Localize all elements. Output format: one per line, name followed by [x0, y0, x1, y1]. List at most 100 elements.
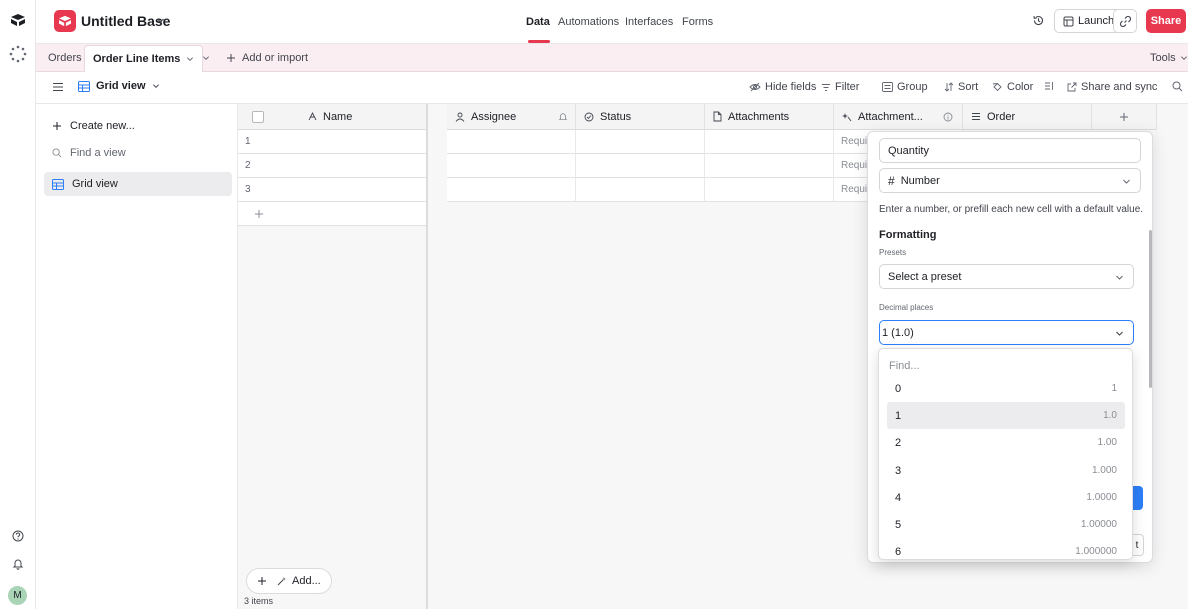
- sidebar-item-label: Grid view: [72, 178, 118, 190]
- view-switcher[interactable]: Grid view: [78, 80, 160, 92]
- field-name-input[interactable]: Quantity: [879, 138, 1141, 163]
- view-toolbar: Grid view Hide fields Filter Group Sort …: [36, 72, 1188, 104]
- add-record-pill[interactable]: Add...: [246, 568, 332, 594]
- group-label: Group: [897, 81, 928, 93]
- decimal-option-2[interactable]: 2 1.00: [887, 429, 1125, 456]
- all-tables-chevron-icon[interactable]: [202, 44, 210, 72]
- status-cell[interactable]: [576, 178, 705, 202]
- column-label: Attachments: [728, 110, 790, 123]
- column-label: Name: [323, 110, 353, 123]
- assignee-cell[interactable]: [447, 178, 576, 202]
- row-number[interactable]: 3: [238, 178, 427, 202]
- tab-label: Order Line Items: [93, 53, 181, 65]
- column-header-attachments[interactable]: Attachments: [705, 104, 834, 130]
- column-label: Assignee: [471, 110, 517, 123]
- dropdown-search-input[interactable]: [887, 355, 1126, 377]
- decimal-option-6[interactable]: 6 1.000000: [887, 538, 1125, 559]
- column-header-name[interactable]: Name: [238, 104, 427, 130]
- tools-label: Tools: [1150, 52, 1176, 64]
- column-label: Order: [987, 110, 1016, 123]
- decimal-places-dropdown: 0 1 1 1.0 2 1.00 3 1.000 4 1.0000 5 1.00…: [878, 348, 1133, 560]
- column-header-attachment-summary[interactable]: Attachment...: [834, 104, 963, 130]
- status-cell[interactable]: [576, 154, 705, 178]
- status-icon: [584, 112, 594, 122]
- sidebar-item-grid-view[interactable]: Grid view: [44, 172, 232, 196]
- help-icon[interactable]: [6, 524, 30, 548]
- select-all-checkbox[interactable]: [252, 110, 264, 123]
- find-view-placeholder: Find a view: [70, 147, 126, 159]
- nav-forms[interactable]: Forms: [682, 16, 713, 28]
- eye-off-icon: [749, 82, 761, 92]
- attachments-cell[interactable]: [705, 130, 834, 154]
- copy-link-button[interactable]: [1113, 9, 1137, 33]
- filter-button[interactable]: Filter: [821, 81, 859, 93]
- avatar[interactable]: M: [8, 586, 27, 605]
- preset-select[interactable]: Select a preset: [879, 264, 1134, 289]
- add-field-button[interactable]: [1092, 104, 1157, 130]
- decimal-option-0[interactable]: 0 1: [887, 375, 1125, 402]
- decimal-option-5[interactable]: 5 1.00000: [887, 511, 1125, 538]
- attachments-cell[interactable]: [705, 154, 834, 178]
- bell-icon[interactable]: [6, 552, 30, 576]
- add-or-import-button[interactable]: Add or import: [226, 44, 308, 72]
- chevron-down-icon[interactable]: [156, 16, 165, 25]
- chevron-down-icon: [1180, 54, 1188, 62]
- option-label: 0: [895, 382, 902, 395]
- decimal-places-select[interactable]: 1 (1.0): [879, 320, 1134, 345]
- row-height-icon[interactable]: [1044, 81, 1054, 91]
- sort-button[interactable]: Sort: [944, 81, 978, 93]
- add-label: Add...: [292, 575, 321, 587]
- save-button[interactable]: [1132, 486, 1143, 510]
- row-number[interactable]: 1: [238, 130, 427, 154]
- decimal-option-4[interactable]: 4 1.0000: [887, 484, 1125, 511]
- views-sidebar: Create new... Find a view Grid view: [36, 104, 238, 609]
- add-record-row[interactable]: [238, 202, 427, 226]
- history-icon[interactable]: [1032, 14, 1045, 27]
- column-header-order[interactable]: Order: [963, 104, 1092, 130]
- add-with-ai-button[interactable]: Add...: [277, 575, 321, 587]
- panel-scrollbar[interactable]: [1149, 230, 1152, 388]
- nav-automations[interactable]: Automations: [558, 16, 619, 28]
- find-view-input[interactable]: Find a view: [44, 141, 232, 165]
- decimal-option-3[interactable]: 3 1.000: [887, 457, 1125, 484]
- nav-interfaces[interactable]: Interfaces: [625, 16, 673, 28]
- info-icon: [943, 112, 953, 122]
- decimal-places-value: 1 (1.0): [882, 326, 914, 339]
- decimal-option-1[interactable]: 1 1.0: [887, 402, 1125, 429]
- attachments-cell[interactable]: [705, 178, 834, 202]
- chevron-down-icon[interactable]: [186, 55, 194, 63]
- row-number[interactable]: 2: [238, 154, 427, 178]
- link-icon: [1119, 15, 1131, 27]
- hide-fields-button[interactable]: Hide fields: [749, 81, 816, 93]
- airtable-logo-icon[interactable]: [6, 8, 30, 32]
- user-icon: [455, 112, 465, 122]
- assignee-cell[interactable]: [447, 154, 576, 178]
- option-example: 1.00: [1097, 437, 1117, 448]
- status-cell[interactable]: [576, 130, 705, 154]
- column-header-status[interactable]: Status: [576, 104, 705, 130]
- tools-menu[interactable]: Tools: [1150, 44, 1188, 72]
- create-new-view-button[interactable]: Create new...: [44, 114, 232, 138]
- option-label: 4: [895, 491, 902, 504]
- plus-icon: [226, 53, 236, 63]
- share-and-sync-button[interactable]: Share and sync: [1067, 81, 1157, 93]
- plus-icon[interactable]: [257, 576, 267, 586]
- tab-order-line-items[interactable]: Order Line Items: [84, 45, 204, 72]
- color-button[interactable]: Color: [992, 81, 1033, 93]
- app-rail: M: [0, 0, 36, 609]
- group-icon: [882, 82, 893, 92]
- tab-orders[interactable]: Orders: [48, 44, 82, 72]
- assignee-cell[interactable]: [447, 130, 576, 154]
- share-button[interactable]: Share: [1146, 9, 1186, 33]
- frozen-column-divider[interactable]: [426, 104, 428, 609]
- column-header-assignee[interactable]: Assignee: [447, 104, 576, 130]
- nav-data[interactable]: Data: [526, 16, 550, 28]
- option-example: 1.000: [1091, 465, 1117, 476]
- field-type-select[interactable]: # Number: [879, 168, 1141, 193]
- base-logo-icon[interactable]: [54, 10, 76, 32]
- hamburger-menu-icon[interactable]: [52, 82, 64, 92]
- search-icon[interactable]: [1172, 81, 1183, 92]
- option-example: 1.00000: [1080, 519, 1117, 530]
- option-example: 1: [1111, 383, 1117, 394]
- group-button[interactable]: Group: [882, 81, 928, 93]
